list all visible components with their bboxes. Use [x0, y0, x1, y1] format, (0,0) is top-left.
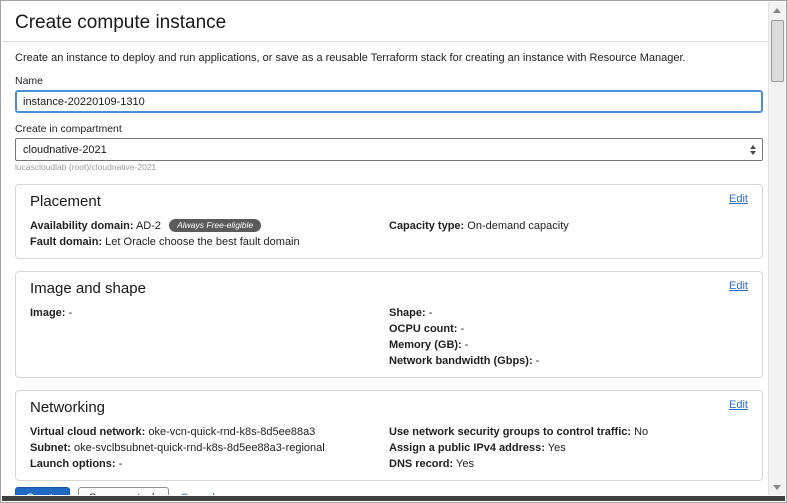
compartment-select[interactable]: cloudnative-2021 — [15, 138, 763, 161]
availability-domain-field: Availability domain: AD-2 Always Free-el… — [30, 218, 379, 234]
scroll-down-icon[interactable] — [769, 479, 786, 495]
public-ip-field: Assign a public IPv4 address: Yes — [389, 440, 748, 456]
title-divider — [2, 41, 768, 42]
ocpu-count-field: OCPU count: - — [389, 321, 748, 337]
field-label: Assign a public IPv4 address: — [389, 442, 545, 454]
field-value: - — [536, 355, 540, 367]
instance-name-input[interactable] — [15, 90, 763, 113]
vcn-field: Virtual cloud network: oke-vcn-quick-rnd… — [30, 424, 379, 440]
field-value: Yes — [456, 458, 474, 470]
field-label: Shape: — [389, 307, 426, 319]
image-shape-fields: Image: - Shape: - OCPU count: - Memory (… — [30, 305, 748, 369]
app-window: Create compute instance Create an instan… — [0, 0, 787, 503]
vertical-scrollbar[interactable] — [768, 2, 785, 495]
field-value: - — [465, 339, 469, 351]
field-label: DNS record: — [389, 458, 453, 470]
field-value: - — [461, 323, 465, 335]
networking-section-title: Networking — [30, 399, 105, 416]
placement-section-header: Placement Edit — [30, 193, 748, 210]
image-shape-section: Image and shape Edit Image: - Shape: - — [15, 271, 763, 378]
field-value: On-demand capacity — [467, 220, 569, 232]
scroll-up-icon[interactable] — [769, 2, 786, 18]
networking-edit-link[interactable]: Edit — [729, 399, 748, 412]
field-value: No — [634, 426, 648, 438]
action-bar: Create Save as stack Cancel — [15, 487, 763, 495]
page-content: Create compute instance Create an instan… — [2, 2, 768, 495]
always-free-badge: Always Free-eligible — [169, 219, 261, 232]
networking-section: Networking Edit Virtual cloud network: o… — [15, 390, 763, 481]
field-value: oke-vcn-quick-rnd-k8s-8d5ee88a3 — [148, 426, 315, 438]
image-shape-section-header: Image and shape Edit — [30, 280, 748, 297]
field-label: OCPU count: — [389, 323, 457, 335]
nsg-field: Use network security groups to control t… — [389, 424, 748, 440]
cancel-link[interactable]: Cancel — [181, 492, 215, 495]
field-value: - — [69, 307, 73, 319]
field-label: Launch options: — [30, 458, 116, 470]
dns-record-field: DNS record: Yes — [389, 456, 748, 472]
fault-domain-field: Fault domain: Let Oracle choose the best… — [30, 234, 379, 250]
field-value: Yes — [548, 442, 566, 454]
shape-field: Shape: - — [389, 305, 748, 321]
image-shape-edit-link[interactable]: Edit — [729, 280, 748, 293]
field-label: Fault domain: — [30, 236, 102, 248]
field-label: Memory (GB): — [389, 339, 462, 351]
field-label: Network bandwidth (Gbps): — [389, 355, 533, 367]
field-value: Let Oracle choose the best fault domain — [105, 236, 299, 248]
page-title: Create compute instance — [15, 12, 763, 33]
placement-section-title: Placement — [30, 193, 101, 210]
networking-section-header: Networking Edit — [30, 399, 748, 416]
field-value: - — [429, 307, 433, 319]
scroll-thumb[interactable] — [771, 20, 784, 82]
name-label: Name — [15, 75, 763, 87]
create-button[interactable]: Create — [15, 487, 70, 495]
field-value: AD-2 — [136, 220, 161, 232]
field-label: Subnet: — [30, 442, 71, 454]
window-bottom-edge — [2, 496, 785, 501]
placement-fields: Availability domain: AD-2 Always Free-el… — [30, 218, 748, 250]
compartment-path: lucascloudlab (root)/cloudnative-2021 — [15, 163, 763, 172]
field-label: Image: — [30, 307, 65, 319]
field-value: - — [119, 458, 123, 470]
image-field: Image: - — [30, 305, 379, 321]
launch-options-field: Launch options: - — [30, 456, 379, 472]
memory-field: Memory (GB): - — [389, 337, 748, 353]
networking-fields: Virtual cloud network: oke-vcn-quick-rnd… — [30, 424, 748, 472]
field-label: Capacity type: — [389, 220, 464, 232]
field-value: oke-svclbsubnet-quick-rnd-k8s-8d5ee88a3-… — [74, 442, 325, 454]
compartment-label: Create in compartment — [15, 123, 763, 135]
placement-edit-link[interactable]: Edit — [729, 193, 748, 206]
placement-section: Placement Edit Availability domain: AD-2… — [15, 184, 763, 259]
capacity-type-field: Capacity type: On-demand capacity — [389, 218, 748, 234]
field-label: Virtual cloud network: — [30, 426, 145, 438]
compartment-select-value: cloudnative-2021 — [23, 144, 107, 156]
network-bandwidth-field: Network bandwidth (Gbps): - — [389, 353, 748, 369]
page-description: Create an instance to deploy and run app… — [15, 52, 763, 65]
subnet-field: Subnet: oke-svclbsubnet-quick-rnd-k8s-8d… — [30, 440, 379, 456]
image-shape-section-title: Image and shape — [30, 280, 146, 297]
field-label: Use network security groups to control t… — [389, 426, 631, 438]
field-label: Availability domain: — [30, 220, 134, 232]
select-spinner-icon — [748, 145, 758, 155]
save-as-stack-button[interactable]: Save as stack — [78, 487, 168, 495]
